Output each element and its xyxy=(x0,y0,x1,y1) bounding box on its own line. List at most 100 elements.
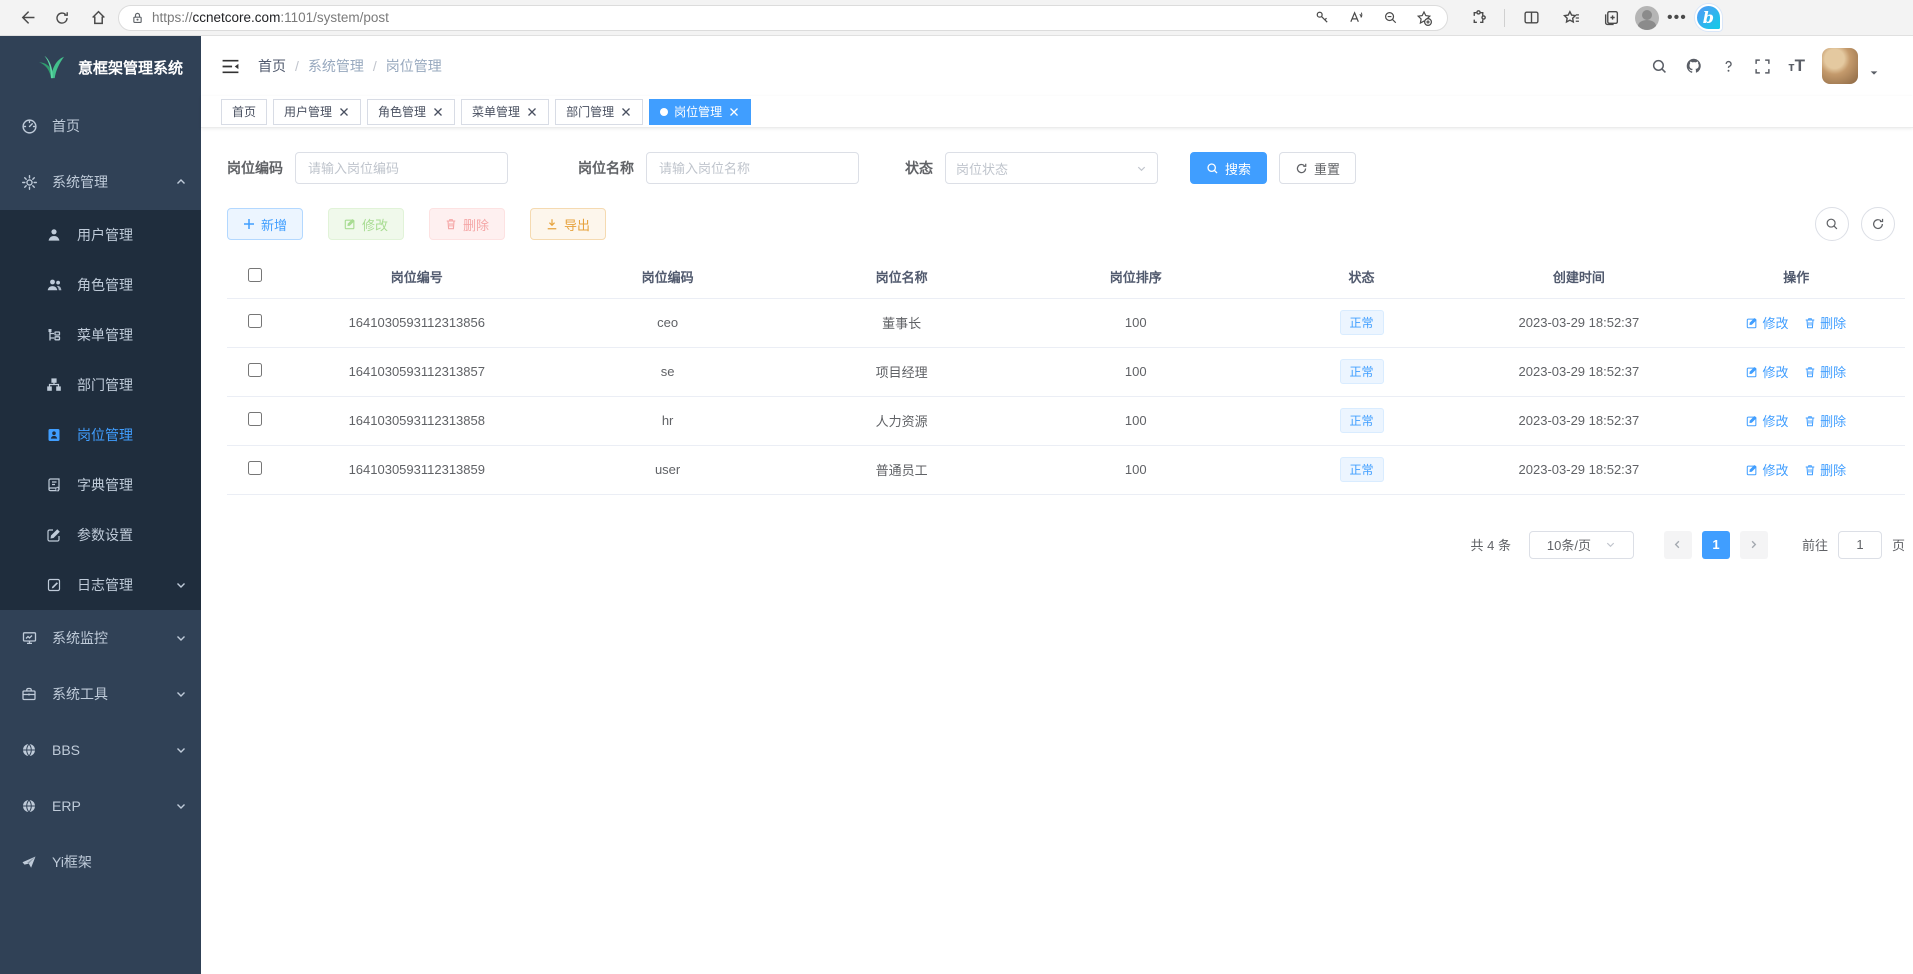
sidebar-item-label: 用户管理 xyxy=(77,225,201,245)
refresh-icon[interactable] xyxy=(46,4,78,32)
page-size-select[interactable]: 10条/页 xyxy=(1529,531,1634,559)
sidebar-item-system[interactable]: 系统管理 xyxy=(0,154,201,210)
show-search-button[interactable] xyxy=(1815,207,1849,241)
chevron-down-icon xyxy=(175,632,187,644)
copilot-icon[interactable]: b xyxy=(1695,4,1722,31)
table-row[interactable]: 1641030593112313858 hr 人力资源 100 正常 2023-… xyxy=(227,396,1905,445)
breadcrumb-item[interactable]: 系统管理 xyxy=(308,56,364,76)
sidebar-item-home[interactable]: 首页 xyxy=(0,98,201,154)
back-icon[interactable] xyxy=(10,4,42,32)
sidebar-item-tools[interactable]: 系统工具 xyxy=(0,666,201,722)
reset-button[interactable]: 重置 xyxy=(1279,152,1356,184)
row-delete-link[interactable]: 删除 xyxy=(1804,313,1846,332)
goto-page-input[interactable] xyxy=(1838,531,1882,559)
select-all-checkbox[interactable] xyxy=(248,268,262,282)
sidebar-item-monitor[interactable]: 系统监控 xyxy=(0,610,201,666)
close-icon[interactable] xyxy=(526,106,538,118)
table-row[interactable]: 1641030593112313859 user 普通员工 100 正常 202… xyxy=(227,445,1905,494)
add-button[interactable]: 新增 xyxy=(227,208,303,240)
breadcrumb-item[interactable]: 首页 xyxy=(258,56,286,76)
user-avatar[interactable] xyxy=(1822,48,1858,84)
tab-home[interactable]: 首页 xyxy=(221,99,267,125)
edit-button-label: 修改 xyxy=(362,215,388,234)
table-row[interactable]: 1641030593112313857 se 项目经理 100 正常 2023-… xyxy=(227,347,1905,396)
post-id: 1641030593112313858 xyxy=(283,396,551,445)
close-icon[interactable] xyxy=(728,106,740,118)
search-button[interactable]: 搜索 xyxy=(1190,152,1267,184)
row-checkbox[interactable] xyxy=(248,412,262,426)
tab-role-mgmt[interactable]: 角色管理 xyxy=(367,99,455,125)
row-edit-link[interactable]: 修改 xyxy=(1746,362,1788,381)
sidebar-item-dicts[interactable]: 字典管理 xyxy=(0,460,201,510)
row-delete-link[interactable]: 删除 xyxy=(1804,411,1846,430)
sidebar-item-logs[interactable]: 日志管理 xyxy=(0,560,201,610)
post-code: hr xyxy=(551,396,785,445)
close-icon[interactable] xyxy=(338,106,350,118)
password-key-icon[interactable] xyxy=(1309,7,1335,29)
favorites-icon[interactable] xyxy=(1555,4,1587,32)
sidebar-item-params[interactable]: 参数设置 xyxy=(0,510,201,560)
row-checkbox[interactable] xyxy=(248,314,262,328)
table-row[interactable]: 1641030593112313856 ceo 董事长 100 正常 2023-… xyxy=(227,298,1905,347)
sidebar-item-posts[interactable]: 岗位管理 xyxy=(0,410,201,460)
sidebar-item-yi[interactable]: Yi框架 xyxy=(0,834,201,890)
zoom-out-icon[interactable] xyxy=(1377,7,1403,29)
read-aloud-icon[interactable] xyxy=(1343,7,1369,29)
close-icon[interactable] xyxy=(620,106,632,118)
app-logo[interactable]: 意框架管理系统 xyxy=(0,36,201,98)
search-icon[interactable] xyxy=(1651,58,1668,75)
export-button[interactable]: 导出 xyxy=(530,208,606,240)
status-label: 状态 xyxy=(905,158,933,178)
edit-square-icon xyxy=(45,527,63,543)
menu-fold-icon[interactable] xyxy=(221,58,240,75)
sidebar-item-bbs[interactable]: BBS xyxy=(0,722,201,778)
prev-page-button[interactable] xyxy=(1664,531,1692,559)
caret-down-icon[interactable] xyxy=(1869,68,1879,78)
sidebar-item-menus[interactable]: 菜单管理 xyxy=(0,310,201,360)
add-button-label: 新增 xyxy=(261,215,287,234)
font-size-icon[interactable]: тT xyxy=(1788,56,1805,76)
tab-post-mgmt[interactable]: 岗位管理 xyxy=(649,99,751,125)
sidebar-item-users[interactable]: 用户管理 xyxy=(0,210,201,260)
row-checkbox[interactable] xyxy=(248,461,262,475)
row-delete-link[interactable]: 删除 xyxy=(1804,460,1846,479)
post-code-input[interactable] xyxy=(295,152,508,184)
github-icon[interactable] xyxy=(1685,57,1703,75)
edit-button[interactable]: 修改 xyxy=(328,208,404,240)
status-select[interactable]: 岗位状态 xyxy=(945,152,1158,184)
status-badge: 正常 xyxy=(1340,408,1384,433)
row-edit-link[interactable]: 修改 xyxy=(1746,460,1788,479)
add-favorite-icon[interactable] xyxy=(1411,7,1437,29)
users-icon xyxy=(45,277,63,293)
sidebar-item-depts[interactable]: 部门管理 xyxy=(0,360,201,410)
page-number-1[interactable]: 1 xyxy=(1702,531,1730,559)
sidebar-item-erp[interactable]: ERP xyxy=(0,778,201,834)
close-icon[interactable] xyxy=(432,106,444,118)
created-time: 2023-03-29 18:52:37 xyxy=(1470,445,1687,494)
next-page-button[interactable] xyxy=(1740,531,1768,559)
tab-dept-mgmt[interactable]: 部门管理 xyxy=(555,99,643,125)
row-checkbox[interactable] xyxy=(248,363,262,377)
url-text[interactable]: https://ccnetcore.com:1101/system/post xyxy=(152,10,1301,25)
fullscreen-icon[interactable] xyxy=(1754,58,1771,75)
post-name-input[interactable] xyxy=(646,152,859,184)
extensions-icon[interactable] xyxy=(1462,4,1494,32)
row-edit-link[interactable]: 修改 xyxy=(1746,313,1788,332)
home-icon[interactable] xyxy=(82,4,114,32)
split-screen-icon[interactable] xyxy=(1515,4,1547,32)
tab-user-mgmt[interactable]: 用户管理 xyxy=(273,99,361,125)
collections-icon[interactable] xyxy=(1595,4,1627,32)
tab-menu-mgmt[interactable]: 菜单管理 xyxy=(461,99,549,125)
browser-profile-icon[interactable] xyxy=(1635,6,1659,30)
row-edit-link[interactable]: 修改 xyxy=(1746,411,1788,430)
delete-button[interactable]: 删除 xyxy=(429,208,505,240)
row-delete-link[interactable]: 删除 xyxy=(1804,362,1846,381)
globe-icon xyxy=(20,798,38,814)
help-icon[interactable] xyxy=(1720,58,1737,75)
app-root: 意框架管理系统 首页 系统管理 用户管理 角色管理 菜单管理 xyxy=(0,36,1913,974)
more-options-icon[interactable]: ••• xyxy=(1667,9,1687,27)
sidebar-item-roles[interactable]: 角色管理 xyxy=(0,260,201,310)
refresh-table-button[interactable] xyxy=(1861,207,1895,241)
address-bar[interactable]: https://ccnetcore.com:1101/system/post xyxy=(118,5,1448,31)
tab-label: 用户管理 xyxy=(284,103,332,120)
